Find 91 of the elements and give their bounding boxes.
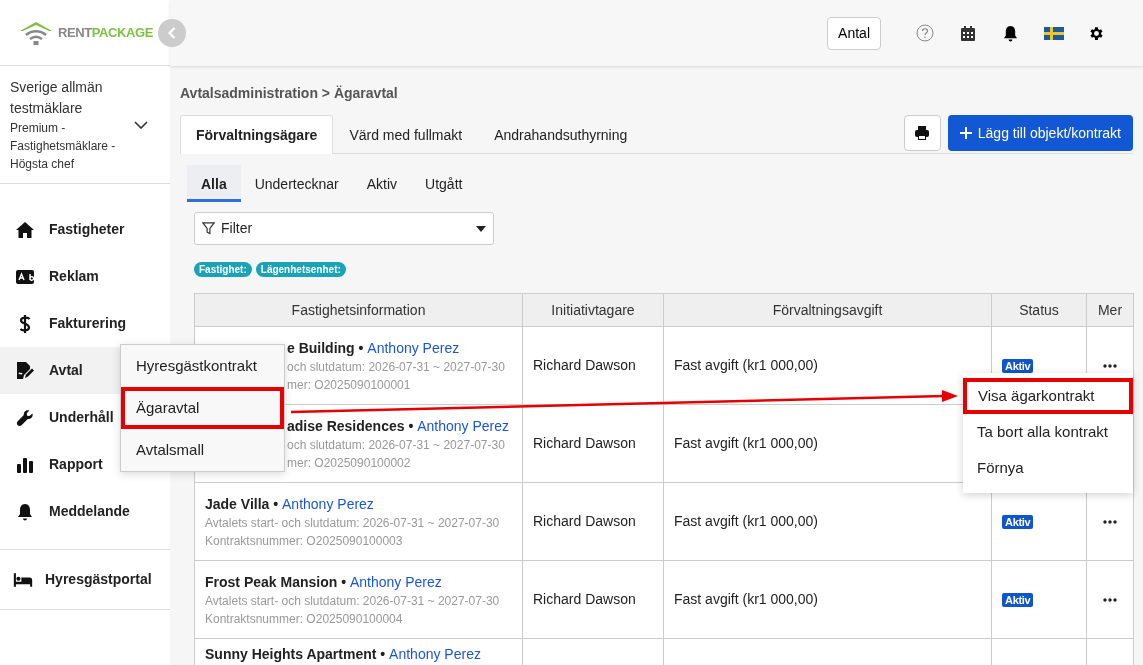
contract-dates: och slutdatum: 2026-07-31 ~ 2027-07-30: [287, 358, 506, 376]
owner-link[interactable]: Anthony Perez: [282, 495, 374, 512]
initiator-cell: Richard Dawson: [533, 513, 636, 529]
tab[interactable]: Förvaltningsägare: [180, 115, 334, 154]
sidebar-item[interactable]: Fakturering: [0, 300, 170, 347]
filter-tab[interactable]: Alla: [187, 165, 241, 202]
document-pen-icon: [15, 360, 35, 381]
sidebar-item[interactable]: Reklam: [0, 253, 170, 300]
count-button[interactable]: Antal: [827, 16, 881, 50]
initiator-cell: Richard Dawson: [533, 435, 636, 451]
column-header: Mer: [1086, 293, 1134, 327]
column-header: Förvaltningsavgift: [663, 293, 992, 327]
property-title: Sunny Heights Apartment • Anthony Perez: [205, 645, 482, 664]
portal-label: Hyresgästportal: [45, 570, 152, 589]
filter-tab[interactable]: Utgått: [411, 165, 477, 202]
contract-number: Kontraktsnummer: O2025090100003: [205, 532, 404, 550]
fee-cell: Fast avgift (kr1 000,00): [674, 513, 818, 529]
property-title: e Building • Anthony Perez: [287, 338, 461, 358]
printer-icon: [914, 125, 931, 141]
funnel-icon: [202, 222, 215, 235]
filter-tag: Lägenhetsenhet:: [255, 262, 346, 277]
filter-tab[interactable]: Aktiv: [352, 165, 412, 202]
account-name: Sverige allmän testmäklare: [10, 78, 104, 118]
status-badge: Aktiv: [1002, 593, 1034, 607]
settings-icon[interactable]: [1088, 24, 1105, 42]
owner-link[interactable]: Anthony Perez: [349, 573, 442, 590]
sidebar-item[interactable]: Meddelande: [0, 488, 170, 535]
wrench-icon: [15, 408, 35, 427]
sidebar-label: Meddelande: [49, 502, 130, 521]
contract-number: mer: O2025090100001: [287, 376, 412, 394]
menu-item[interactable]: Visa ägarkontrakt: [963, 378, 1133, 414]
add-button[interactable]: Lägg till objekt/kontrakt: [947, 115, 1133, 151]
sidebar-label: Avtal: [49, 361, 83, 380]
property-title: adise Residences • Anthony Perez: [287, 416, 511, 436]
logo-icon: [18, 19, 54, 46]
portal-link[interactable]: Hyresgästportal: [0, 550, 170, 610]
caret-icon: [476, 225, 486, 232]
sidebar-label: Fastigheter: [49, 220, 125, 239]
bell-icon[interactable]: [1003, 24, 1018, 42]
filter-tag: Fastighet:: [194, 262, 252, 277]
status-badge: Aktiv: [1002, 515, 1034, 529]
bed-icon: [13, 570, 33, 589]
menu-item[interactable]: Förnya: [963, 450, 1133, 486]
bar-chart-icon: [15, 456, 35, 473]
fee-cell: Fast avgift (kr1 000,00): [674, 591, 818, 607]
filter-dropdown[interactable]: Filter: [194, 212, 494, 245]
column-header: Fastighetsinformation: [194, 293, 523, 327]
calendar-icon[interactable]: [960, 25, 975, 41]
submenu-item[interactable]: Ägaravtal: [121, 387, 284, 429]
sidebar-label: Underhåll: [49, 408, 114, 427]
initiator-cell: Richard Dawson: [533, 591, 636, 607]
filter-tab[interactable]: Undertecknar: [240, 165, 353, 202]
contract-dates: Avtalets start- och slutdatum: 2026-07-31 ~ 2027-07-30: [205, 592, 501, 610]
brand-name: RENTPACKAGE: [58, 24, 154, 42]
tab[interactable]: Värd med fullmakt: [333, 115, 479, 153]
menu-item[interactable]: Ta bort alla kontrakt: [963, 414, 1133, 450]
status-badge: Aktiv: [1002, 359, 1034, 373]
ad-icon: [15, 268, 35, 285]
bell-icon: [15, 502, 35, 521]
account-role: Premium - Fastighetsmäklare - Högsta chef: [10, 120, 117, 173]
more-icon[interactable]: [1103, 520, 1117, 525]
column-header: Initiativtagare: [522, 293, 664, 327]
contract-number: mer: O2025090100002: [287, 454, 412, 472]
flag-icon[interactable]: [1043, 26, 1064, 40]
owner-link[interactable]: Anthony Perez: [367, 339, 460, 356]
owner-link[interactable]: Anthony Perez: [417, 417, 510, 434]
initiator-cell: Richard Dawson: [533, 357, 636, 373]
tab[interactable]: Andrahandsuthyrning: [478, 115, 644, 153]
property-title: Frost Peak Mansion • Anthony Perez: [205, 572, 443, 592]
breadcrumb: Avtalsadministration > Ägaravtal: [180, 84, 399, 103]
submenu-item[interactable]: Avtalsmall: [121, 429, 284, 471]
owner-link[interactable]: Anthony Perez: [389, 646, 481, 662]
fee-cell: Fast avgift (kr1 000,00): [674, 435, 818, 451]
sidebar-label: Rapport: [49, 455, 103, 474]
chevron-left-icon: [168, 27, 176, 39]
property-title: Jade Villa • Anthony Perez: [205, 494, 375, 514]
chevron-down-icon[interactable]: [134, 121, 148, 129]
help-icon[interactable]: [915, 24, 934, 42]
contract-dates: Avtalets start- och slutdatum: 2026-07-31 ~ 2027-07-30: [205, 514, 501, 532]
column-header: Status: [991, 293, 1087, 327]
sidebar-label: Fakturering: [49, 314, 126, 333]
contract-dates: och slutdatum: 2026-07-31 ~ 2027-07-30: [287, 436, 506, 454]
more-icon[interactable]: [1103, 598, 1117, 603]
contract-number: Kontraktsnummer: O2025090100004: [205, 610, 404, 628]
sidebar-item[interactable]: Fastigheter: [0, 206, 170, 253]
fee-cell: Fast avgift (kr1 000,00): [674, 357, 818, 373]
more-icon[interactable]: [1103, 364, 1117, 369]
house-icon: [15, 220, 35, 239]
print-button[interactable]: [903, 115, 941, 151]
plus-icon: [959, 127, 972, 139]
sidebar-label: Reklam: [49, 267, 99, 286]
